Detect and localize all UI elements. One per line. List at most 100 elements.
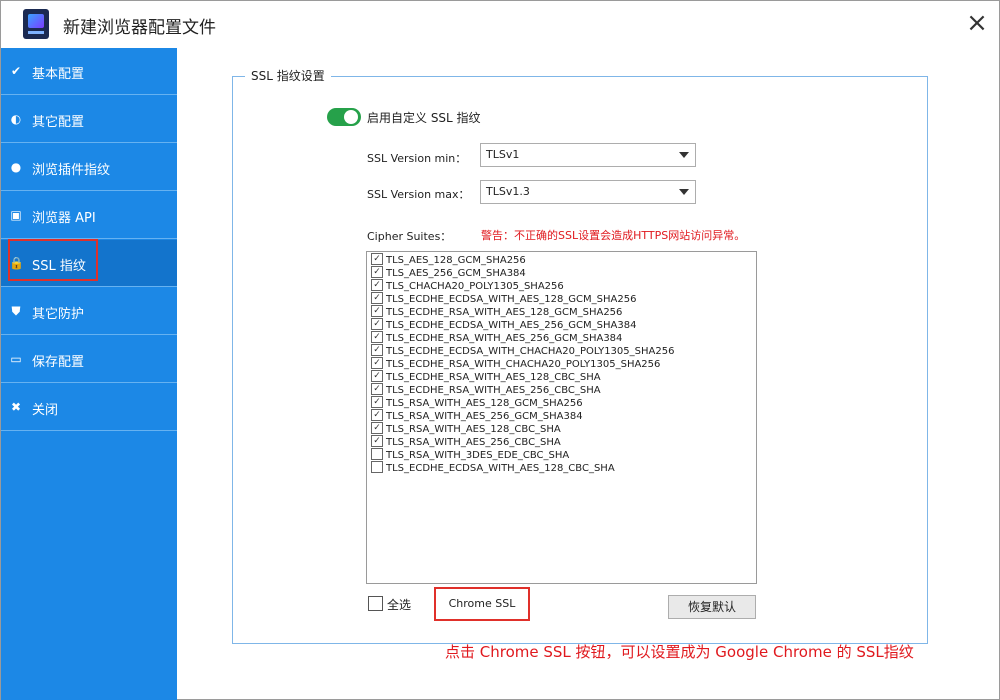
cipher-label: TLS_ECDHE_ECDSA_WITH_CHACHA20_POLY1305_S…: [386, 346, 675, 357]
sidebar-item-label: SSL 指纹: [32, 259, 86, 274]
cipher-label: TLS_RSA_WITH_AES_256_GCM_SHA384: [386, 411, 583, 422]
cipher-item[interactable]: ✓ TLS_RSA_WITH_AES_128_GCM_SHA256: [371, 396, 583, 410]
chevron-down-icon: [679, 152, 689, 158]
restore-default-button[interactable]: 恢复默认: [668, 595, 756, 619]
cipher-item[interactable]: TLS_ECDHE_ECDSA_WITH_AES_128_CBC_SHA: [371, 461, 615, 475]
cipher-label: TLS_ECDHE_ECDSA_WITH_AES_128_CBC_SHA: [386, 463, 615, 474]
sidebar-item-plugin-fingerprint[interactable]: ● 浏览插件指纹: [1, 144, 177, 191]
cipher-suites-label: Cipher Suites：: [367, 230, 452, 243]
cipher-label: TLS_ECDHE_RSA_WITH_AES_256_CBC_SHA: [386, 385, 601, 396]
checkbox-checked-icon[interactable]: ✓: [371, 279, 383, 291]
cipher-item[interactable]: ✓ TLS_CHACHA20_POLY1305_SHA256: [371, 279, 564, 293]
cipher-item[interactable]: ✓ TLS_ECDHE_RSA_WITH_AES_256_CBC_SHA: [371, 383, 601, 397]
cipher-item[interactable]: ✓ TLS_AES_128_GCM_SHA256: [371, 253, 526, 267]
checkbox-checked-icon[interactable]: ✓: [371, 318, 383, 330]
cipher-item[interactable]: ✓ TLS_AES_256_GCM_SHA384: [371, 266, 526, 280]
cipher-label: TLS_RSA_WITH_AES_128_GCM_SHA256: [386, 398, 583, 409]
cipher-suites-list[interactable]: ✓ TLS_AES_128_GCM_SHA256 ✓ TLS_AES_256_GCM_…: [366, 251, 757, 584]
cipher-item[interactable]: ✓ TLS_ECDHE_ECDSA_WITH_AES_256_GCM_SHA384: [371, 318, 637, 332]
cipher-item[interactable]: ✓ TLS_RSA_WITH_AES_256_GCM_SHA384: [371, 409, 583, 423]
shield-icon: ⛊: [11, 304, 21, 318]
select-all-checkbox[interactable]: [368, 596, 383, 611]
check-circle-icon: ✔: [10, 64, 22, 78]
select-all-label: 全选: [387, 598, 412, 612]
toggle-knob: [344, 110, 358, 124]
version-min-select[interactable]: TLSv1: [480, 143, 696, 167]
sidebar-item-close[interactable]: ✖ 关闭: [1, 384, 177, 431]
save-icon: ▭: [10, 352, 22, 366]
cipher-label: TLS_AES_256_GCM_SHA384: [386, 268, 526, 279]
cipher-item[interactable]: ✓ TLS_ECDHE_RSA_WITH_AES_128_CBC_SHA: [371, 370, 601, 384]
version-min-value: TLSv1: [486, 148, 520, 161]
cipher-label: TLS_CHACHA20_POLY1305_SHA256: [386, 281, 564, 292]
sidebar-item-label: 基本配置: [32, 67, 85, 82]
version-max-label: SSL Version max：: [367, 188, 470, 201]
app-logo-icon: [23, 9, 49, 39]
sidebar-item-label: 保存配置: [32, 355, 85, 370]
annotation-text: 点击 Chrome SSL 按钮，可以设置成为 Google Chrome 的 …: [445, 643, 914, 661]
checkbox-checked-icon[interactable]: ✓: [371, 370, 383, 382]
cipher-item[interactable]: ✓ TLS_ECDHE_ECDSA_WITH_AES_128_GCM_SHA256: [371, 292, 637, 306]
sidebar-item-browser-api[interactable]: ▣ 浏览器 API: [1, 192, 177, 239]
config-icon: ◐: [10, 112, 22, 126]
checkbox-checked-icon[interactable]: ✓: [371, 357, 383, 369]
checkbox-checked-icon[interactable]: ✓: [371, 435, 383, 447]
cipher-item[interactable]: ✓ TLS_RSA_WITH_AES_128_CBC_SHA: [371, 422, 561, 436]
cipher-label: TLS_ECDHE_RSA_WITH_AES_128_CBC_SHA: [386, 372, 601, 383]
sidebar-item-label: 其它防护: [32, 307, 85, 322]
sidebar: ✔ 基本配置 ◐ 其它配置 ● 浏览插件指纹 ▣ 浏览器 API 🔒 SSL 指…: [1, 48, 177, 700]
version-max-value: TLSv1.3: [486, 185, 530, 198]
sidebar-item-ssl-fingerprint[interactable]: 🔒 SSL 指纹: [1, 240, 177, 287]
ssl-warning-text: 警告：不正确的SSL设置会造成HTTPS网站访问异常。: [481, 229, 746, 242]
close-icon[interactable]: ×: [963, 9, 991, 37]
checkbox-unchecked-icon[interactable]: [371, 461, 383, 473]
cipher-label: TLS_ECDHE_RSA_WITH_AES_256_GCM_SHA384: [386, 333, 623, 344]
cipher-item[interactable]: ✓ TLS_ECDHE_RSA_WITH_CHACHA20_POLY1305_SH…: [371, 357, 661, 371]
checkbox-checked-icon[interactable]: ✓: [371, 253, 383, 265]
checkbox-checked-icon[interactable]: ✓: [371, 396, 383, 408]
checkbox-checked-icon[interactable]: ✓: [371, 292, 383, 304]
cipher-label: TLS_RSA_WITH_AES_256_CBC_SHA: [386, 437, 561, 448]
sidebar-item-basic[interactable]: ✔ 基本配置: [1, 48, 177, 95]
group-title: SSL 指纹设置: [245, 67, 331, 84]
sidebar-item-label: 其它配置: [32, 115, 85, 130]
chrome-ssl-button[interactable]: Chrome SSL: [434, 587, 530, 621]
checkbox-checked-icon[interactable]: ✓: [371, 422, 383, 434]
version-min-label: SSL Version min：: [367, 152, 467, 165]
cipher-label: TLS_ECDHE_RSA_WITH_AES_128_GCM_SHA256: [386, 307, 623, 318]
custom-ssl-toggle[interactable]: [327, 108, 361, 126]
checkbox-checked-icon[interactable]: ✓: [371, 383, 383, 395]
cipher-label: TLS_RSA_WITH_AES_128_CBC_SHA: [386, 424, 561, 435]
custom-ssl-toggle-label: 启用自定义 SSL 指纹: [367, 111, 481, 125]
cipher-item[interactable]: TLS_RSA_WITH_3DES_EDE_CBC_SHA: [371, 448, 569, 462]
api-icon: ▣: [10, 208, 22, 222]
close-circle-icon: ✖: [10, 400, 22, 414]
cipher-label: TLS_ECDHE_RSA_WITH_CHACHA20_POLY1305_SHA…: [386, 359, 661, 370]
checkbox-checked-icon[interactable]: ✓: [371, 344, 383, 356]
cipher-label: TLS_AES_128_GCM_SHA256: [386, 255, 526, 266]
cipher-item[interactable]: ✓ TLS_ECDHE_ECDSA_WITH_CHACHA20_POLY1305_…: [371, 344, 675, 358]
profile-window: 新建浏览器配置文件 × ✔ 基本配置 ◐ 其它配置 ● 浏览插件指纹 ▣ 浏览器…: [0, 0, 1000, 700]
sidebar-item-label: 浏览插件指纹: [32, 163, 111, 178]
sidebar-item-label: 关闭: [32, 403, 59, 418]
cipher-label: TLS_ECDHE_ECDSA_WITH_AES_256_GCM_SHA384: [386, 320, 637, 331]
lock-icon: 🔒: [9, 256, 24, 270]
sidebar-item-other-protection[interactable]: ⛊ 其它防护: [1, 288, 177, 335]
title-bar: 新建浏览器配置文件 ×: [1, 1, 999, 47]
cipher-label: TLS_ECDHE_ECDSA_WITH_AES_128_GCM_SHA256: [386, 294, 637, 305]
sidebar-item-label: 浏览器 API: [32, 211, 96, 226]
checkbox-checked-icon[interactable]: ✓: [371, 305, 383, 317]
sidebar-item-other-config[interactable]: ◐ 其它配置: [1, 96, 177, 143]
cipher-item[interactable]: ✓ TLS_RSA_WITH_AES_256_CBC_SHA: [371, 435, 561, 449]
checkbox-checked-icon[interactable]: ✓: [371, 266, 383, 278]
window-title: 新建浏览器配置文件: [63, 18, 216, 38]
plugin-icon: ●: [10, 160, 22, 174]
checkbox-checked-icon[interactable]: ✓: [371, 409, 383, 421]
checkbox-checked-icon[interactable]: ✓: [371, 331, 383, 343]
version-max-select[interactable]: TLSv1.3: [480, 180, 696, 204]
checkbox-unchecked-icon[interactable]: [371, 448, 383, 460]
chevron-down-icon: [679, 189, 689, 195]
sidebar-item-save-config[interactable]: ▭ 保存配置: [1, 336, 177, 383]
cipher-item[interactable]: ✓ TLS_ECDHE_RSA_WITH_AES_128_GCM_SHA256: [371, 305, 623, 319]
cipher-item[interactable]: ✓ TLS_ECDHE_RSA_WITH_AES_256_GCM_SHA384: [371, 331, 623, 345]
